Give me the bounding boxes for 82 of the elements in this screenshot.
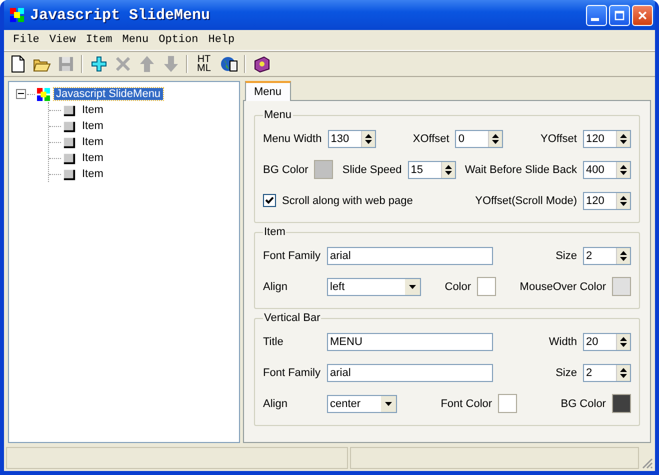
field-label: Title: [263, 336, 284, 348]
window-title: Javascript SlideMenu: [30, 6, 210, 24]
field-label: Color: [444, 280, 472, 292]
minimize-button[interactable]: [586, 4, 607, 26]
app-icon: [10, 8, 24, 22]
spin-field[interactable]: 15: [408, 160, 456, 178]
field-label: Wait Before Slide Back: [464, 164, 577, 176]
spin-field[interactable]: 2: [583, 364, 631, 382]
tree-item[interactable]: Javascript SlideMenu: [54, 88, 163, 100]
close-button[interactable]: [632, 4, 653, 26]
field-label: Menu Width: [263, 132, 322, 144]
item-icon: [63, 168, 76, 180]
resize-grip-icon[interactable]: [641, 457, 653, 469]
checkbox[interactable]: [263, 194, 276, 207]
color-swatch[interactable]: [477, 277, 496, 296]
menu-item[interactable]: Item: [80, 34, 118, 46]
field-label: YOffset: [540, 132, 577, 144]
spin-field[interactable]: 400: [582, 160, 631, 178]
tree-item[interactable]: Item: [80, 120, 106, 132]
spin-field[interactable]: 130: [328, 130, 376, 148]
input-field[interactable]: arial: [327, 246, 493, 264]
menu-item[interactable]: Option: [154, 34, 204, 46]
maximize-icon: [613, 8, 626, 22]
tree-item[interactable]: Item: [80, 104, 106, 116]
spin-arrows-icon[interactable]: [616, 130, 630, 146]
group-title: Item: [263, 226, 286, 238]
spin-arrows-icon[interactable]: [616, 364, 630, 380]
field-label: Width: [548, 336, 577, 348]
spin-field[interactable]: 120: [582, 130, 631, 148]
spin-arrows-icon[interactable]: [488, 130, 502, 146]
dropdown[interactable]: left: [327, 278, 421, 296]
color-swatch[interactable]: [498, 394, 518, 413]
color-swatch[interactable]: [612, 394, 631, 413]
item-icon: [63, 152, 76, 164]
field-label: Align: [263, 280, 288, 292]
spin-arrows-icon[interactable]: [616, 162, 630, 178]
item-icon: [63, 136, 76, 148]
field-label: Font Family: [263, 250, 321, 262]
color-swatch[interactable]: [314, 160, 334, 179]
field-label: XOffset: [412, 132, 450, 144]
field-label: BG Color: [560, 398, 606, 410]
input-field[interactable]: arial: [327, 364, 493, 382]
close-icon: [636, 8, 649, 22]
color-swatch[interactable]: [612, 277, 631, 296]
maximize-button[interactable]: [609, 4, 630, 26]
tab[interactable]: Menu: [245, 81, 291, 101]
html-button[interactable]: HT ML: [193, 54, 215, 74]
field-label: BG Color: [263, 164, 308, 176]
spin-arrows-icon[interactable]: [360, 130, 375, 146]
field-label: Size: [556, 250, 577, 262]
menu-item[interactable]: View: [44, 34, 81, 46]
group-title: Menu: [263, 109, 293, 121]
field-label: YOffset(Scroll Mode): [475, 194, 577, 206]
app-icon: [37, 88, 50, 100]
spin-arrows-icon[interactable]: [616, 248, 630, 264]
menu-item[interactable]: File: [8, 34, 44, 46]
tree-item[interactable]: Item: [80, 152, 106, 164]
spin-arrows-icon[interactable]: [616, 192, 630, 208]
spin-field[interactable]: 0: [455, 130, 504, 148]
menu-item[interactable]: Menu: [117, 34, 154, 46]
item-icon: [63, 120, 76, 132]
menu-item[interactable]: Help: [203, 34, 240, 46]
input-field[interactable]: MENU: [327, 332, 493, 350]
spin-field[interactable]: 2: [583, 246, 631, 264]
field-label: MouseOver Color: [520, 280, 606, 292]
tree-item[interactable]: Item: [80, 136, 106, 148]
spin-arrows-icon[interactable]: [440, 162, 455, 178]
field-label: Align: [263, 398, 288, 410]
collapse-icon[interactable]: [16, 89, 26, 99]
field-label: Size: [556, 366, 577, 378]
tree-item[interactable]: Item: [80, 168, 106, 180]
field-label: Slide Speed: [342, 164, 402, 176]
item-icon: [63, 104, 76, 116]
checkbox-label: Scroll along with web page: [282, 194, 413, 206]
minimize-icon: [590, 18, 598, 20]
field-label: Font Family: [263, 366, 321, 378]
spin-field[interactable]: 120: [583, 192, 631, 210]
spin-field[interactable]: 20: [583, 332, 631, 350]
dropdown[interactable]: center: [327, 394, 397, 412]
field-label: Font Color: [440, 398, 492, 410]
spin-arrows-icon[interactable]: [616, 334, 630, 350]
group-title: Vertical Bar: [263, 312, 322, 324]
